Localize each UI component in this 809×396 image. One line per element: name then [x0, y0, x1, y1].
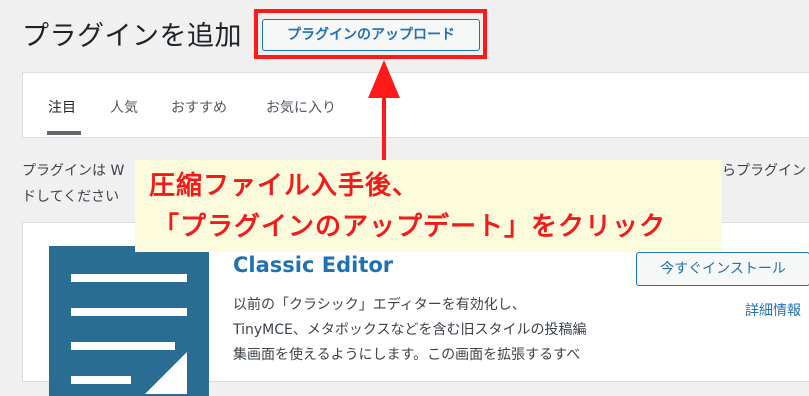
- plugin-description-line-1: 以前の「クラシック」エディターを有効化し、: [233, 297, 526, 313]
- intro-line-1-right: らプラグイン: [722, 163, 806, 179]
- highlight-box: [254, 9, 487, 59]
- more-details-link[interactable]: 詳細情報: [745, 300, 801, 320]
- annotation-line-2: 「プラグインのアップデート」をクリック: [153, 212, 667, 242]
- plugin-description-line-3: 集画面を使えるようにします。この画面を拡張するすべ: [233, 347, 581, 363]
- active-tab-indicator: [47, 131, 81, 135]
- annotation-arrow-shaft: [382, 90, 386, 164]
- classic-editor-icon: [49, 246, 209, 396]
- page-title: プラグインを追加: [22, 21, 242, 52]
- tab-favorites[interactable]: お気に入り: [266, 97, 336, 117]
- tab-featured[interactable]: 注目: [48, 97, 76, 117]
- filter-bar: 注目 人気 おすすめ お気に入り: [22, 72, 809, 138]
- tab-popular[interactable]: 人気: [110, 97, 138, 117]
- plugin-name-link[interactable]: Classic Editor: [233, 253, 393, 277]
- install-now-button[interactable]: 今すぐインストール: [636, 252, 809, 286]
- annotation-line-1: 圧縮ファイル入手後、: [149, 171, 420, 201]
- annotation-callout: 圧縮ファイル入手後、 「プラグインのアップデート」をクリック: [135, 160, 722, 252]
- tab-recommended[interactable]: おすすめ: [171, 97, 227, 117]
- intro-line-2-left: ドしてください: [22, 189, 120, 205]
- annotation-arrow-icon: [368, 60, 400, 98]
- plugin-description-line-2: TinyMCE、メタボックスなどを含む旧スタイルの投稿編: [233, 322, 587, 338]
- intro-line-1-left: プラグインは W: [22, 163, 125, 179]
